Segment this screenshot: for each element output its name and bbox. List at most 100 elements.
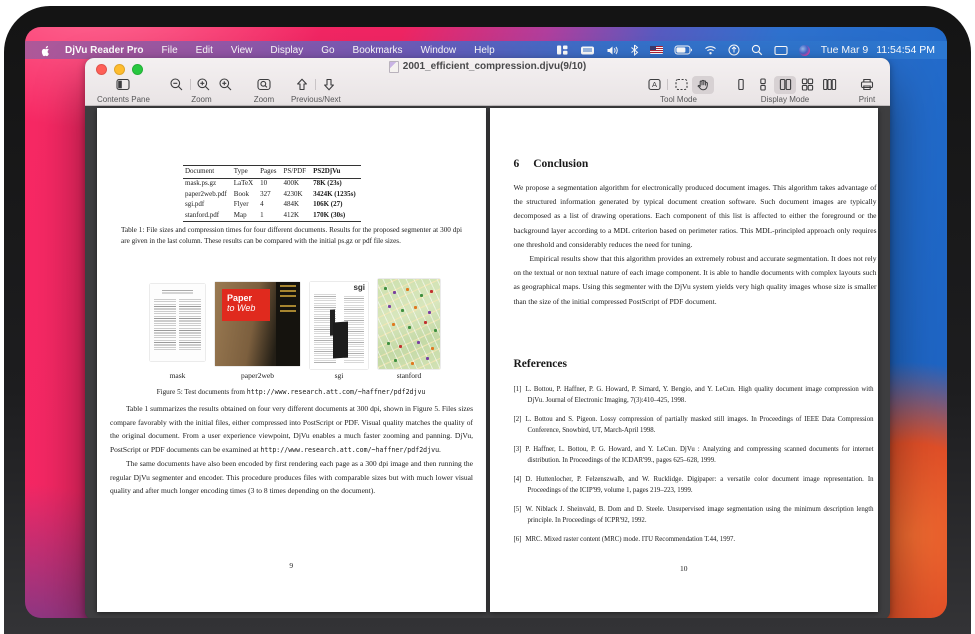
zoom-actual-button[interactable]: [215, 76, 237, 94]
menu-item-help[interactable]: Help: [465, 45, 504, 56]
table-cell: sgi.pdf: [183, 200, 232, 211]
display-mirror-icon[interactable]: [774, 45, 788, 56]
menu-item-window[interactable]: Window: [412, 45, 466, 56]
table-cell: 170K (30s): [311, 210, 361, 221]
menu-item-bookmarks[interactable]: Bookmarks: [344, 45, 412, 56]
page-10[interactable]: 6Conclusion We propose a segmentation al…: [490, 108, 879, 612]
battery-icon[interactable]: [674, 45, 693, 55]
table-row: mask.ps.gzLaTeX10400K78K (23s): [183, 178, 361, 189]
print-group: Print: [856, 75, 878, 104]
menu-item-edit[interactable]: Edit: [187, 45, 222, 56]
menubar-date[interactable]: Tue Mar 9: [821, 44, 868, 56]
document-view[interactable]: DocumentTypePagesPS/PDFPS2DjVu mask.ps.g…: [85, 106, 890, 618]
print-label: Print: [859, 95, 875, 104]
sgi-logo-text: sgi: [353, 283, 365, 292]
thumbnail-mask: [150, 284, 205, 361]
menu-item-go[interactable]: Go: [312, 45, 343, 56]
zoom-in-button[interactable]: [193, 76, 215, 94]
table-row: sgi.pdfFlyer4484K106K (27): [183, 200, 361, 211]
references-heading: References: [514, 358, 567, 370]
table-header: Pages: [258, 166, 281, 179]
tool-mode-label: Tool Mode: [660, 95, 697, 104]
siri-icon[interactable]: [799, 45, 810, 56]
spotlight-icon[interactable]: [751, 44, 763, 56]
upload-circle-icon[interactable]: [728, 44, 740, 56]
reference-item: [3]P. Haffner, L. Bottou, P. G. Howard, …: [514, 445, 874, 467]
menubar-items: FileEditViewDisplayGoBookmarksWindowHelp: [153, 45, 504, 56]
window-header[interactable]: 2001_efficient_compression.djvu(9/10) Co…: [85, 58, 890, 106]
table-header: Document: [183, 166, 232, 179]
zoom-group: Zoom: [166, 75, 237, 104]
table-header: Type: [232, 166, 258, 179]
zoom-label: Zoom: [191, 95, 211, 104]
table-row: stanford.pdfMap1412K170K (30s): [183, 210, 361, 221]
menubar-time[interactable]: 11:54:54 PM: [876, 44, 935, 56]
continuous-mode-button[interactable]: [752, 76, 774, 94]
single-page-mode-button[interactable]: [730, 76, 752, 94]
menu-item-app-name[interactable]: DjVu Reader Pro: [56, 45, 153, 56]
menu-item-display[interactable]: Display: [261, 45, 312, 56]
apple-menu-icon[interactable]: [39, 44, 50, 57]
app-window: 2001_efficient_compression.djvu(9/10) Co…: [85, 58, 890, 618]
paragraph: Table 1 summarizes the results obtained …: [110, 402, 473, 457]
table-cell: 4: [258, 200, 281, 211]
zoom-selection-button[interactable]: [253, 76, 275, 94]
zoom-out-button[interactable]: [166, 76, 188, 94]
contents-pane-label: Contents Pane: [97, 95, 150, 104]
two-page-mode-button[interactable]: [774, 76, 796, 94]
previous-page-button[interactable]: [291, 76, 313, 94]
text-select-tool-button[interactable]: A: [643, 76, 665, 94]
cover-title-line1: Paper: [227, 293, 252, 303]
thumb-label-mask: mask: [150, 371, 205, 380]
close-button[interactable]: [96, 64, 107, 75]
contents-pane-button[interactable]: [112, 76, 134, 94]
three-column-mode-button[interactable]: [818, 76, 840, 94]
next-page-button[interactable]: [318, 76, 340, 94]
marquee-select-tool-button[interactable]: [670, 76, 692, 94]
reference-item: [5]W. Niblack J. Sheinvald, B. Dom and D…: [514, 505, 874, 527]
table-cell: mask.ps.gz: [183, 178, 232, 189]
table-cell: Book: [232, 189, 258, 200]
menu-item-file[interactable]: File: [153, 45, 187, 56]
zoom-selection-label: Zoom: [254, 95, 274, 104]
title-bar[interactable]: 2001_efficient_compression.djvu(9/10): [85, 58, 890, 75]
page-number-10: 10: [490, 564, 879, 573]
menu-item-view[interactable]: View: [222, 45, 262, 56]
reference-item: [2]L. Bottou and S. Pigeon. Lossy compre…: [514, 415, 874, 437]
svg-text:A: A: [651, 80, 656, 89]
input-flag-icon[interactable]: [650, 46, 663, 54]
conclusion-text: We propose a segmentation algorithm for …: [514, 181, 877, 309]
reference-item: [6]MRC. Mixed raster content (MRC) mode.…: [514, 535, 874, 546]
thumbnail-paper2web: Paperto Web: [215, 282, 300, 366]
desktop-wallpaper: DjVu Reader Pro FileEditViewDisplayGoBoo…: [25, 27, 947, 618]
two-page-continuous-mode-button[interactable]: [796, 76, 818, 94]
table-cell: 484K: [281, 200, 311, 211]
print-button[interactable]: [856, 76, 878, 94]
volume-icon[interactable]: [606, 45, 619, 56]
thumb-label-paper2web: paper2web: [215, 371, 300, 380]
window-title: 2001_efficient_compression.djvu(9/10): [403, 61, 586, 72]
menu-bar: DjVu Reader Pro FileEditViewDisplayGoBoo…: [25, 41, 947, 59]
reference-item: [1]L. Bottou, P. Haffner, P. G. Howard, …: [514, 385, 874, 407]
table-row: paper2web.pdfBook3274230K3424K (1235s): [183, 189, 361, 200]
bluetooth-icon[interactable]: [630, 44, 639, 56]
paragraph: We propose a segmentation algorithm for …: [514, 181, 877, 252]
table-cell: 3424K (1235s): [311, 189, 361, 200]
toolbar: Contents Pane: [85, 75, 890, 104]
paragraph: Empirical results show that this algorit…: [514, 252, 877, 309]
cover-title-line2: to Web: [227, 303, 255, 313]
table-cell: 78K (23s): [311, 178, 361, 189]
hand-tool-button[interactable]: [692, 76, 714, 94]
document-icon: [389, 61, 399, 73]
section-heading: 6Conclusion: [514, 158, 589, 170]
thumbnail-sgi: sgi: [310, 282, 368, 369]
keyboard-icon[interactable]: [580, 45, 595, 56]
app-windows-icon[interactable]: [556, 44, 569, 56]
table-cell: Map: [232, 210, 258, 221]
table-header: PS2DjVu: [311, 166, 361, 179]
minimize-button[interactable]: [114, 64, 125, 75]
wifi-icon[interactable]: [704, 45, 717, 55]
zoom-window-button[interactable]: [132, 64, 143, 75]
page-9[interactable]: DocumentTypePagesPS/PDFPS2DjVu mask.ps.g…: [97, 108, 486, 612]
table-cell: 106K (27): [311, 200, 361, 211]
